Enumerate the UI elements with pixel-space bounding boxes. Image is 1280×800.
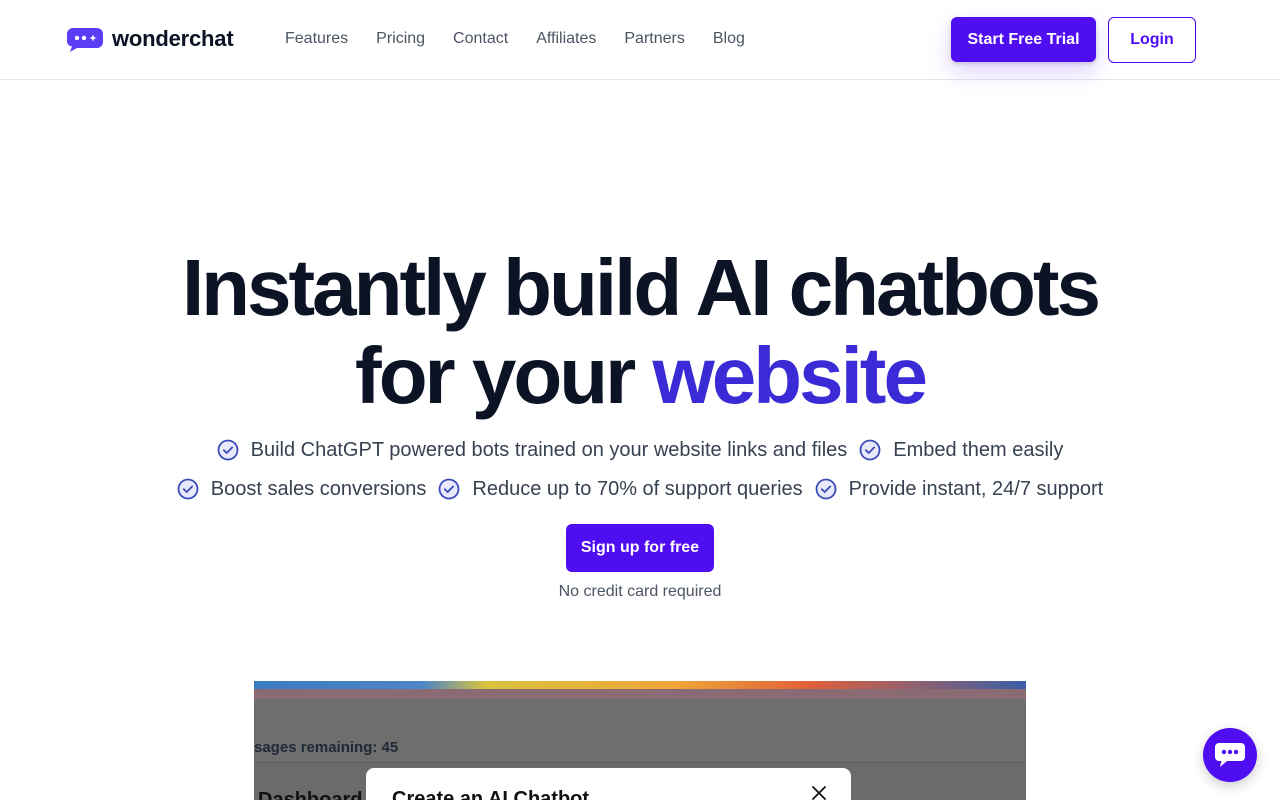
hero-title-accent: website (652, 331, 928, 420)
modal-title: Create an AI Chatbot (392, 788, 590, 800)
check-circle-icon (217, 439, 239, 461)
nav-item-features[interactable]: Features (285, 29, 348, 49)
brand-name: wonderchat (112, 26, 234, 51)
main-nav: Features Pricing Contact Affiliates Part… (285, 29, 773, 49)
chat-bubble-dots-icon (67, 28, 103, 52)
feature-item: Embed them easily (859, 437, 1063, 463)
feature-list-row-2: Boost sales conversions Reduce up to 70%… (0, 476, 1280, 502)
hero-title-line2: for your (355, 331, 653, 420)
hero-title: Instantly build AI chatbots for your web… (0, 244, 1280, 420)
feature-text: Build ChatGPT powered bots trained on yo… (250, 439, 848, 461)
nav-item-partners[interactable]: Partners (624, 29, 684, 49)
product-preview: sages remaining: 45 Dashboard Create an … (254, 681, 1026, 800)
preview-divider (254, 689, 1026, 699)
messages-remaining: sages remaining: 45 (254, 739, 399, 756)
nav-item-affiliates[interactable]: Affiliates (536, 29, 596, 49)
close-icon[interactable] (810, 784, 828, 800)
preview-topbar: sages remaining: 45 (254, 699, 1026, 763)
login-button[interactable]: Login (1108, 17, 1196, 63)
chat-launcher-button[interactable] (1203, 728, 1257, 782)
nav-item-contact[interactable]: Contact (453, 29, 508, 49)
check-circle-icon (859, 439, 881, 461)
dashboard-heading: Dashboard (258, 789, 363, 800)
site-header: wonderchat Features Pricing Contact Affi… (0, 0, 1280, 80)
chat-bubble-icon (1215, 743, 1245, 767)
feature-list-row-1: Build ChatGPT powered bots trained on yo… (0, 437, 1280, 463)
feature-item: Reduce up to 70% of support queries (438, 476, 803, 502)
create-chatbot-modal: Create an AI Chatbot (366, 768, 851, 800)
feature-item: Boost sales conversions (177, 476, 427, 502)
nav-item-pricing[interactable]: Pricing (376, 29, 425, 49)
sign-up-button[interactable]: Sign up for free (566, 524, 714, 572)
preview-gradient-bar (254, 681, 1026, 689)
start-free-trial-button[interactable]: Start Free Trial (951, 17, 1096, 62)
feature-item: Build ChatGPT powered bots trained on yo… (217, 437, 848, 463)
feature-text: Provide instant, 24/7 support (848, 478, 1104, 500)
nav-item-blog[interactable]: Blog (713, 29, 745, 49)
hero-title-line1: Instantly build AI chatbots (181, 243, 1101, 332)
brand-logo[interactable]: wonderchat (67, 26, 234, 52)
feature-text: Embed them easily (893, 439, 1064, 461)
check-circle-icon (439, 478, 460, 500)
cta-note: No credit card required (558, 583, 722, 600)
feature-item: Provide instant, 24/7 support (815, 476, 1104, 502)
check-circle-icon (815, 478, 837, 500)
feature-text: Reduce up to 70% of support queries (472, 478, 803, 500)
feature-text: Boost sales conversions (210, 478, 427, 500)
check-circle-icon (177, 478, 199, 500)
